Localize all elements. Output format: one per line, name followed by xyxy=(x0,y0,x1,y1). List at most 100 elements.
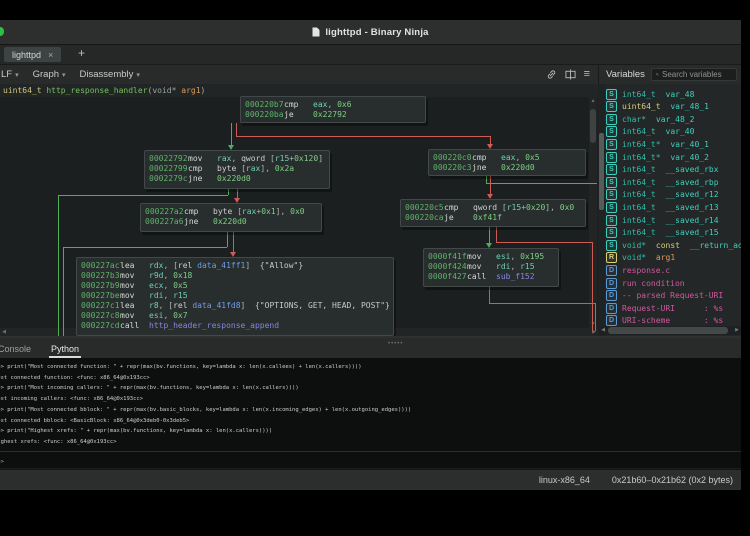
variable-row[interactable]: Sint64_t* var_40_1 xyxy=(606,138,709,150)
basic-block[interactable]: 000227a2cmpbyte [rax+0x1], 0x0000227a6jn… xyxy=(140,203,322,232)
instruction-row[interactable]: 00022792movrax, qword [r15+0x120] xyxy=(145,154,329,164)
operand-token: , xyxy=(280,207,290,216)
instruction-address: 000220ba xyxy=(245,110,284,120)
instruction-row[interactable]: 000227b3movr9d, 0x18 xyxy=(77,271,393,281)
graph-edge xyxy=(490,176,491,194)
operand-token: , xyxy=(163,281,173,290)
variable-row[interactable]: D-- parsed Request-URI xyxy=(606,290,723,302)
chevron-down-icon: ▾ xyxy=(15,72,19,79)
variable-row[interactable]: Schar* var_48_2 xyxy=(606,113,694,125)
variable-token: int64_t xyxy=(622,190,661,199)
tab-lighttpd[interactable]: lighttpd × xyxy=(4,47,61,62)
instruction-row[interactable]: 0000f41fmovesi, 0x195 xyxy=(424,252,558,262)
variable-row[interactable]: Drun condition xyxy=(606,277,685,289)
console-log-line: Most incoming callers: <func: x86_64@0x1… xyxy=(0,394,741,405)
variable-row[interactable]: DRequest-URI : %s xyxy=(606,302,723,314)
variable-row[interactable]: Sint64_t __saved_r15 xyxy=(606,227,719,239)
variable-row[interactable]: Sint64_t __saved_rbp xyxy=(606,176,719,188)
instruction-mnemonic: cmp xyxy=(284,100,313,110)
graph-edge xyxy=(58,195,228,196)
instruction-row[interactable]: 000227c8movesi, 0x7 xyxy=(77,311,393,321)
instruction-row[interactable]: 000220c0cmpeax, 0x5 xyxy=(429,153,585,163)
variable-row[interactable]: Svoid* const __return_addr xyxy=(606,239,741,251)
operand-token: 0x20 xyxy=(526,203,545,212)
scroll-right-icon[interactable]: ▶ xyxy=(733,326,741,335)
console-log[interactable]: >>> print("Most connected function: " + … xyxy=(0,359,741,451)
link-icon[interactable] xyxy=(546,69,557,80)
variable-row[interactable]: Rvoid* arg1 xyxy=(606,252,675,264)
title-bar[interactable]: lighttpd - Binary Ninja xyxy=(0,20,741,45)
variable-row[interactable]: Sint64_t var_40 xyxy=(606,126,694,138)
instruction-row[interactable]: 000220caje0xf41f xyxy=(401,213,585,223)
graph-view[interactable]: ▲ ▼ ◀ ▶ 000220b7cmpeax, 0x6000220baje0x2… xyxy=(0,84,598,336)
instruction-address: 000220ca xyxy=(405,213,444,223)
scroll-left-icon[interactable]: ◀ xyxy=(599,326,607,335)
instruction-row[interactable]: 000227c1lear8, [rel data_41fd8] {"OPTION… xyxy=(77,301,393,311)
instruction-row[interactable]: 000220b7cmpeax, 0x6 xyxy=(241,100,425,110)
variable-token: void* xyxy=(622,253,651,262)
instruction-row[interactable]: 0000f427callsub_f152 xyxy=(424,272,558,282)
variables-search-box[interactable] xyxy=(651,68,737,81)
variable-row[interactable]: Sint64_t __saved_rbx xyxy=(606,164,719,176)
instruction-row[interactable]: 0000f424movrdi, r15 xyxy=(424,262,558,272)
chevron-down-icon: ▾ xyxy=(62,72,66,79)
operand-token: 0x22792 xyxy=(313,110,347,119)
basic-block[interactable]: 00022792movrax, qword [r15+0x120]0002279… xyxy=(144,150,330,189)
basic-block[interactable]: 000220b7cmpeax, 0x6000220baje0x22792 xyxy=(240,96,426,123)
operand-token: esi xyxy=(149,311,163,320)
variable-token: int64_t xyxy=(622,228,661,237)
dropdown-elf[interactable]: LF▾ xyxy=(1,69,19,80)
operand-token: , xyxy=(231,154,241,163)
tab-close-icon[interactable]: × xyxy=(48,50,53,60)
graph-canvas: ▲ ▼ ◀ ▶ 000220b7cmpeax, 0x6000220baje0x2… xyxy=(0,84,598,336)
basic-block[interactable]: 000227acleardx, [rel data_41ff1] {"Allow… xyxy=(76,257,394,336)
splitter-handle[interactable]: ••••• xyxy=(388,341,404,347)
tab-python[interactable]: Python xyxy=(49,344,81,358)
instruction-row[interactable]: 000220baje0x22792 xyxy=(241,110,425,120)
variable-row[interactable]: Sint64_t* var_40_2 xyxy=(606,151,709,163)
scroll-up-icon[interactable]: ▲ xyxy=(589,97,597,105)
split-view-icon[interactable] xyxy=(565,69,576,80)
graph-vertical-scrollbar[interactable]: ▲ ▼ xyxy=(589,97,597,328)
graph-edge xyxy=(227,232,228,247)
new-tab-button[interactable]: + xyxy=(78,46,85,60)
instruction-row[interactable]: 0002279cjne0x220d0 xyxy=(145,174,329,184)
instruction-row[interactable]: 000220c5cmpqword [r15+0x20], 0x0 xyxy=(401,203,585,213)
instruction-row[interactable]: 00022799cmpbyte [rax], 0x2a xyxy=(145,164,329,174)
instruction-row[interactable]: 000227bemovrdi, r15 xyxy=(77,291,393,301)
graph-edge xyxy=(236,123,237,136)
variable-row[interactable]: Suint64_t var_48_1 xyxy=(606,101,709,113)
variable-token: int64_t xyxy=(622,216,661,225)
basic-block[interactable]: 0000f41fmovesi, 0x1950000f424movrdi, r15… xyxy=(423,248,559,287)
menu-icon[interactable]: ≡ xyxy=(584,69,590,80)
variable-token: Request-URI : %s xyxy=(622,304,723,313)
instruction-address: 00022799 xyxy=(149,164,188,174)
variables-horizontal-scrollbar[interactable]: ◀ ▶ xyxy=(599,326,741,335)
console-input-row[interactable]: >>> xyxy=(0,451,741,471)
dropdown-graph[interactable]: Graph▾ xyxy=(33,69,66,80)
variable-kind-badge: S xyxy=(606,139,617,150)
instruction-row[interactable]: 000227acleardx, [rel data_41ff1] {"Allow… xyxy=(77,261,393,271)
instruction-row[interactable]: 000227cdcallhttp_header_response_append xyxy=(77,321,393,331)
instruction-mnemonic: cmp xyxy=(188,164,217,174)
scrollbar-thumb[interactable] xyxy=(590,109,596,143)
instruction-row[interactable]: 000227a2cmpbyte [rax+0x1], 0x0 xyxy=(141,207,321,217)
tab-console[interactable]: Console xyxy=(0,344,33,358)
instruction-row[interactable]: 000220c3jne0x220d0 xyxy=(429,163,585,173)
variable-row[interactable]: DURI-scheme : %s xyxy=(606,315,723,327)
scrollbar-thumb[interactable] xyxy=(608,327,728,334)
scroll-left-icon[interactable]: ◀ xyxy=(0,328,8,336)
dropdown-disassembly[interactable]: Disassembly▾ xyxy=(80,69,140,80)
operand-token: 0x18 xyxy=(173,271,192,280)
variable-row[interactable]: Sint64_t __saved_r12 xyxy=(606,189,719,201)
variable-row[interactable]: Sint64_t var_48 xyxy=(606,88,694,100)
basic-block[interactable]: 000220c5cmpqword [r15+0x20], 0x0000220ca… xyxy=(400,199,586,227)
variable-row[interactable]: Sint64_t __saved_r13 xyxy=(606,201,719,213)
variable-row[interactable]: Dresponse.c xyxy=(606,264,670,276)
operand-token: 0x5 xyxy=(173,281,187,290)
variable-row[interactable]: Sint64_t __saved_r14 xyxy=(606,214,719,226)
instruction-row[interactable]: 000227a6jne0x220d0 xyxy=(141,217,321,227)
basic-block[interactable]: 000220c0cmpeax, 0x5000220c3jne0x220d0 xyxy=(428,149,586,176)
instruction-row[interactable]: 000227b9movecx, 0x5 xyxy=(77,281,393,291)
search-variables-input[interactable] xyxy=(662,70,732,79)
